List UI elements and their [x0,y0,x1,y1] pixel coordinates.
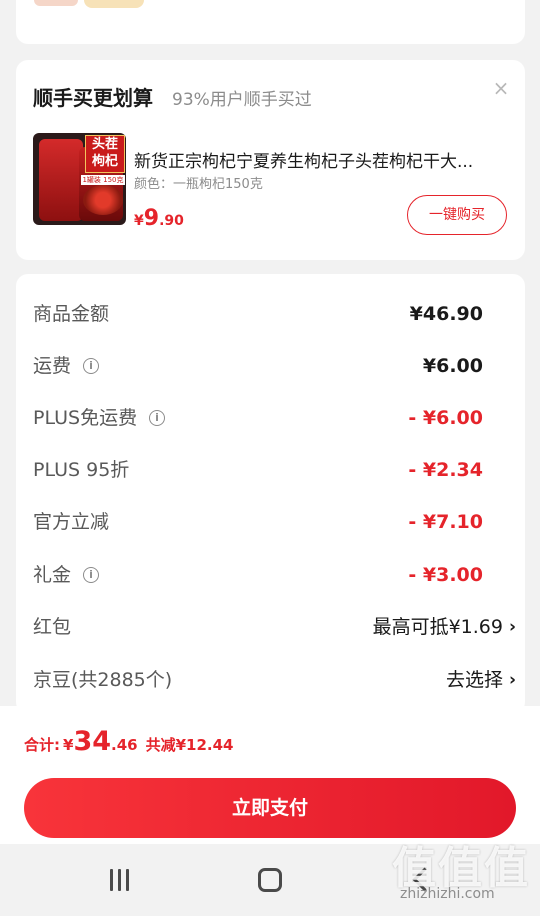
summary-row: 礼金 i - ¥3.00 [33,560,525,590]
summary-row-label: 京豆(共2885个) [33,669,173,691]
upsell-subtitle: 93%用户顺手买过 [172,90,312,110]
info-icon[interactable]: i [83,358,99,374]
info-icon[interactable]: i [149,410,165,426]
price-integer: 9 [143,206,160,231]
product-image-jar [39,139,83,221]
summary-row-label: 官方立减 [33,511,110,533]
info-icon[interactable]: i [83,567,99,583]
recent-apps-icon[interactable] [108,869,132,891]
watermark: 值值值 zhizhizhi.com [392,832,532,912]
checkout-bar: 合计: ¥34.46 共减¥12.44 立即支付 [0,706,540,844]
summary-row-value: 去选择 [445,669,503,691]
close-icon[interactable]: × [491,78,511,98]
product-image-label: 头茬 枸杞 [85,135,125,173]
summary-row-value: ¥46.90 [409,303,483,325]
chevron-right-icon[interactable]: › [509,612,525,642]
summary-row: PLUS 95折 - ¥2.34 [33,455,525,485]
recent-apps-bar [126,869,129,891]
recent-apps-bar [110,869,113,891]
summary-row-value: - ¥3.00 [408,564,483,586]
product-image[interactable]: 头茬 枸杞 1罐装 150克 [33,133,126,225]
chevron-right-icon[interactable]: › [509,665,525,695]
upsell-title: 顺手买更划算 [33,86,153,110]
summary-row: PLUS免运费 i - ¥6.00 [33,403,525,433]
product-price: ¥9.90 [134,206,184,231]
previous-section-thumb [34,0,78,6]
summary-row-label: PLUS 95折 [33,459,130,481]
summary-row-label: 运费 [33,355,72,377]
summary-row-value: - ¥6.00 [408,407,483,429]
total-savings: 共减¥12.44 [145,736,234,754]
summary-row-label: 商品金额 [33,303,110,325]
product-image-badge: 1罐装 150克 [81,175,125,185]
order-total: 合计: ¥34.46 共减¥12.44 [24,726,233,757]
upsell-card: 顺手买更划算 93%用户顺手买过 × 头茬 枸杞 1罐装 150克 新货正宗枸杞… [16,60,525,260]
recent-apps-bar [118,869,121,891]
summary-row: 运费 i ¥6.00 [33,351,525,381]
product-image-berries [83,185,123,215]
summary-row[interactable]: 红包 最高可抵¥1.69 › [33,612,525,642]
product-spec: 颜色：一瓶枸杞150克 [134,177,263,192]
price-decimal: .90 [159,213,184,229]
pay-now-button[interactable]: 立即支付 [24,778,516,838]
summary-row-value: - ¥2.34 [408,459,483,481]
summary-row-label: PLUS免运费 [33,407,138,429]
watermark-text: zhizhizhi.com [400,886,495,902]
product-name[interactable]: 新货正宗枸杞宁夏养生枸杞子头茬枸杞干大... [134,147,506,172]
summary-row-value: 最高可抵¥1.69 [372,616,503,638]
price-symbol: ¥ [134,213,144,229]
total-label: 合计: [24,736,60,754]
price-summary-card: 商品金额 ¥46.90 运费 i ¥6.00 PLUS免运费 i - ¥6.00 PLUS 95… [16,274,525,714]
total-integer: 34 [73,726,112,757]
summary-row: 商品金额 ¥46.90 [33,299,525,329]
total-decimal: .46 [111,736,138,754]
total-symbol: ¥ [63,736,74,754]
one-click-buy-button[interactable]: 一键购买 [407,195,507,235]
summary-row-value: - ¥7.10 [408,511,483,533]
home-icon[interactable] [258,868,282,892]
summary-row: 官方立减 - ¥7.10 [33,507,525,537]
summary-row-label: 红包 [33,616,72,638]
summary-row-value: ¥6.00 [422,355,483,377]
summary-row-label: 礼金 [33,564,72,586]
previous-section-thumb [84,0,144,8]
summary-row[interactable]: 京豆(共2885个) 去选择 › [33,665,525,695]
